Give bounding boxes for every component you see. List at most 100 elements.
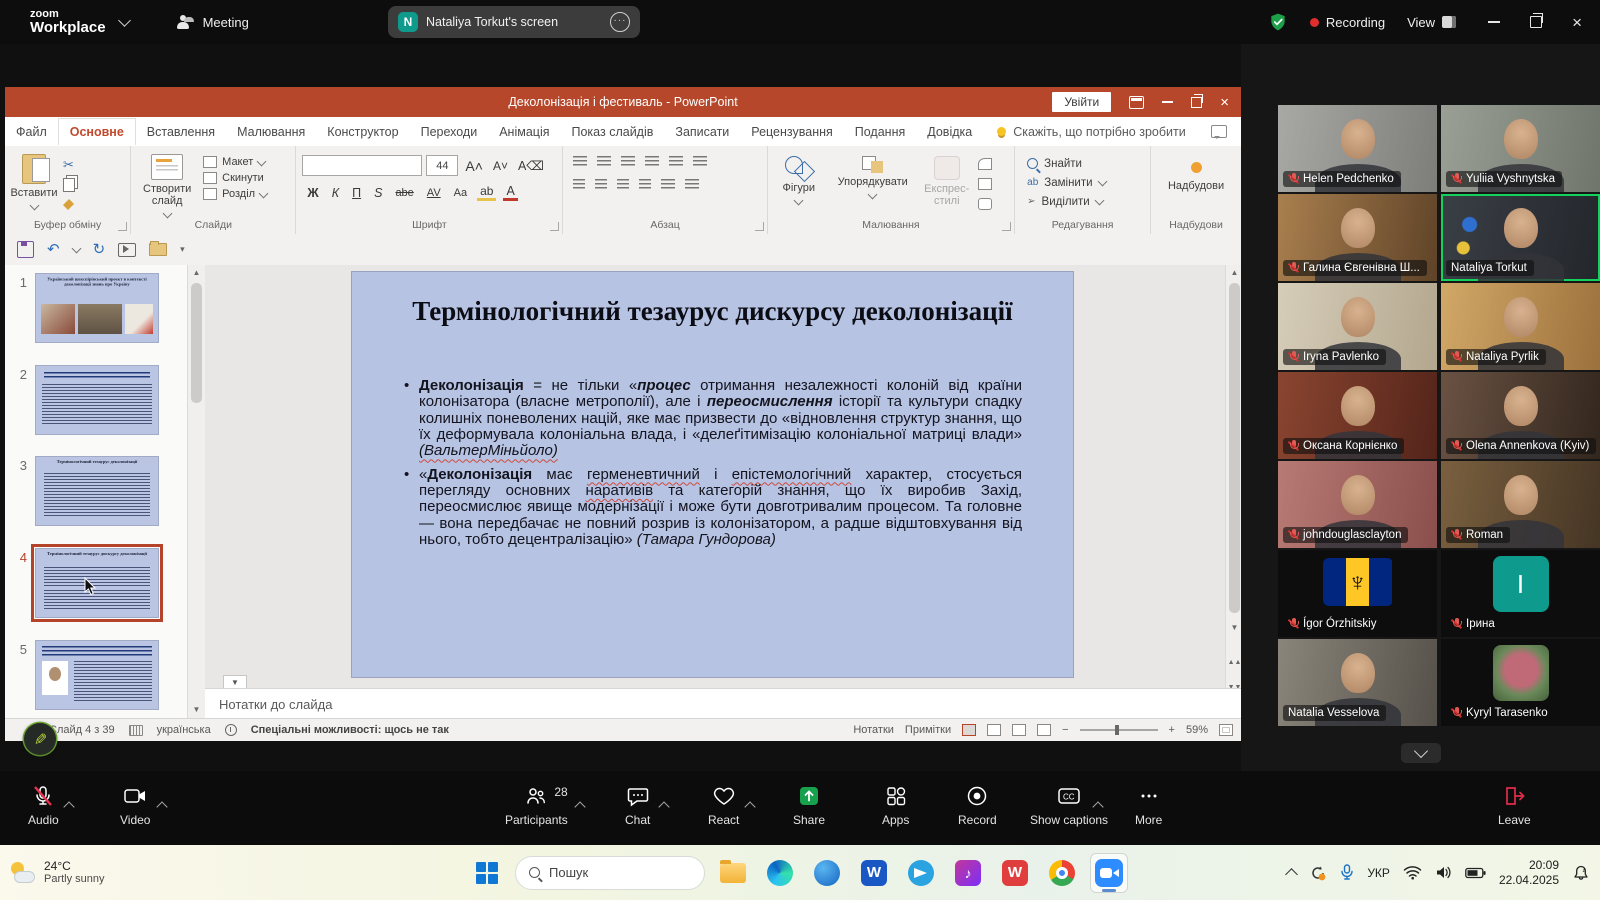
tab-help[interactable]: Довідка (916, 119, 983, 145)
close-button[interactable]: × (1572, 14, 1582, 31)
tab-transitions[interactable]: Переходи (410, 119, 489, 145)
language-indicator[interactable]: УКР (1367, 866, 1390, 880)
ppt-restore-button[interactable] (1191, 97, 1202, 108)
customize-qat-icon[interactable]: ▾ (180, 244, 185, 255)
slide-thumbnail-2[interactable] (35, 365, 159, 435)
react-button[interactable]: React (708, 783, 739, 827)
font-name-input[interactable] (302, 155, 422, 176)
microphone-tray-icon[interactable] (1340, 864, 1354, 881)
feedback-icon[interactable] (1211, 125, 1227, 138)
chat-button[interactable]: Chat (625, 783, 650, 827)
media-app-button[interactable]: ♪ (949, 853, 987, 893)
align-center-icon[interactable] (595, 179, 607, 190)
font-color-button[interactable]: A (503, 184, 517, 201)
participant-tile[interactable]: Nataliya Pyrlik (1441, 283, 1600, 370)
tab-animations[interactable]: Анімація (488, 119, 560, 145)
undo-dropdown-icon[interactable] (71, 244, 81, 254)
blue-app-button[interactable] (808, 853, 846, 893)
strikethrough-button[interactable]: abe (392, 187, 416, 199)
video-button[interactable]: Video (120, 783, 150, 827)
taskbar-search[interactable]: Пошук (515, 856, 705, 890)
participant-tile[interactable]: Olena Annenkova (Kyiv) (1441, 372, 1600, 459)
find-button[interactable]: Знайти (1027, 154, 1150, 173)
save-icon[interactable] (17, 241, 34, 258)
chevron-down-icon[interactable] (118, 14, 131, 27)
tab-draw[interactable]: Малювання (226, 119, 316, 145)
notification-bell-icon[interactable]: z (1572, 864, 1590, 882)
comments-toggle-button[interactable]: Примітки (905, 724, 951, 736)
cut-icon[interactable]: ✂ (63, 158, 75, 171)
slide-thumbnail-1[interactable]: Український шекспірівський проект в конт… (35, 273, 159, 343)
start-button[interactable] (468, 853, 506, 893)
addins-button[interactable]: Надбудови (1151, 146, 1241, 192)
redo-icon[interactable]: ↻ (93, 242, 106, 257)
tab-slideshow[interactable]: Показ слайдів (561, 119, 665, 145)
participant-tile[interactable]: Yuliia Vyshnytska (1441, 105, 1600, 192)
annotation-pencil-button[interactable]: ✎ (24, 723, 56, 755)
ribbon-display-options-icon[interactable] (1129, 96, 1144, 109)
hidden-icons-chevron[interactable] (1285, 868, 1298, 881)
arrange-button[interactable]: Упорядкувати (830, 156, 916, 200)
shadow-button[interactable]: S (371, 186, 385, 200)
react-options-caret[interactable] (744, 801, 755, 812)
undo-icon[interactable]: ↶ (47, 242, 60, 257)
volume-icon[interactable] (1435, 865, 1452, 880)
section-button[interactable]: Розділ (203, 186, 267, 202)
zoom-in-button[interactable]: + (1169, 724, 1175, 736)
tab-file[interactable]: Файл (5, 119, 58, 145)
change-case-button[interactable]: Aa (451, 187, 470, 199)
shape-fill-icon[interactable] (978, 158, 992, 170)
tab-shared-screen[interactable]: N Nataliya Torkut's screen ··· (388, 6, 640, 38)
underline-button[interactable]: П (349, 186, 364, 200)
video-options-caret[interactable] (157, 801, 168, 812)
indent-decrease-icon[interactable] (621, 156, 635, 167)
indent-increase-icon[interactable] (645, 156, 659, 167)
audio-options-caret[interactable] (64, 801, 75, 812)
scrollbar-thumb[interactable] (1229, 283, 1240, 613)
line-spacing-icon[interactable] (669, 156, 683, 167)
accessibility-status[interactable]: Спеціальні можливості: щось не так (251, 724, 449, 736)
reset-button[interactable]: Скинути (203, 170, 267, 186)
text-direction-icon[interactable] (693, 156, 707, 167)
dialog-launcher-icon[interactable] (550, 222, 559, 231)
copy-icon[interactable] (63, 178, 75, 192)
participant-tile[interactable]: Kyryl Tarasenko (1441, 639, 1600, 726)
participants-options-caret[interactable] (575, 801, 586, 812)
participant-tile-active-speaker[interactable]: Nataliya Torkut (1441, 194, 1600, 281)
open-file-icon[interactable] (149, 243, 167, 256)
start-slideshow-icon[interactable] (118, 243, 136, 257)
sync-icon[interactable] (1309, 864, 1327, 882)
chat-options-caret[interactable] (658, 801, 669, 812)
paste-button[interactable]: Вставити (5, 146, 63, 211)
wps-button[interactable]: W (996, 853, 1034, 893)
thumb-scroll-up[interactable]: ▲ (188, 265, 205, 281)
more-button[interactable]: More (1135, 783, 1162, 827)
bullets-icon[interactable] (573, 156, 587, 167)
char-spacing-button[interactable]: AV (424, 187, 444, 199)
fit-to-window-button[interactable] (1219, 724, 1233, 736)
tab-record[interactable]: Записати (664, 119, 740, 145)
participant-tile[interactable]: johndouglasclayton (1278, 461, 1437, 548)
dialog-launcher-icon[interactable] (118, 222, 127, 231)
participant-tile[interactable]: Helen Pedchenko (1278, 105, 1437, 192)
bold-button[interactable]: Ж (304, 186, 321, 200)
replace-button[interactable]: abЗамінити (1027, 173, 1150, 192)
zoom-slider[interactable] (1080, 729, 1158, 731)
chrome-button[interactable] (1043, 853, 1081, 893)
participant-tile[interactable]: Оксана Корнієнко (1278, 372, 1437, 459)
tab-insert[interactable]: Вставлення (136, 119, 226, 145)
shapes-button[interactable]: Фігури (768, 156, 830, 206)
quick-styles-button[interactable]: Експрес-стилі (916, 156, 978, 207)
slideshow-view-button[interactable] (1037, 724, 1051, 736)
show-captions-button[interactable]: CC Show captions (1030, 783, 1108, 827)
smartart-icon[interactable] (685, 179, 699, 190)
ppt-close-button[interactable]: × (1220, 95, 1229, 110)
zoom-out-button[interactable]: − (1062, 724, 1068, 736)
tell-me-search[interactable]: Скажіть, що потрібно зробити (997, 125, 1186, 139)
participant-tile[interactable]: ♆ Ígor Órzhitskiy (1278, 550, 1437, 637)
battery-icon[interactable] (1465, 867, 1486, 879)
recording-indicator[interactable]: Recording (1310, 15, 1385, 30)
ppt-minimize-button[interactable] (1162, 101, 1173, 103)
slide-thumbnail-5[interactable] (35, 640, 159, 710)
clear-format-button[interactable]: A⌫ (515, 158, 547, 173)
